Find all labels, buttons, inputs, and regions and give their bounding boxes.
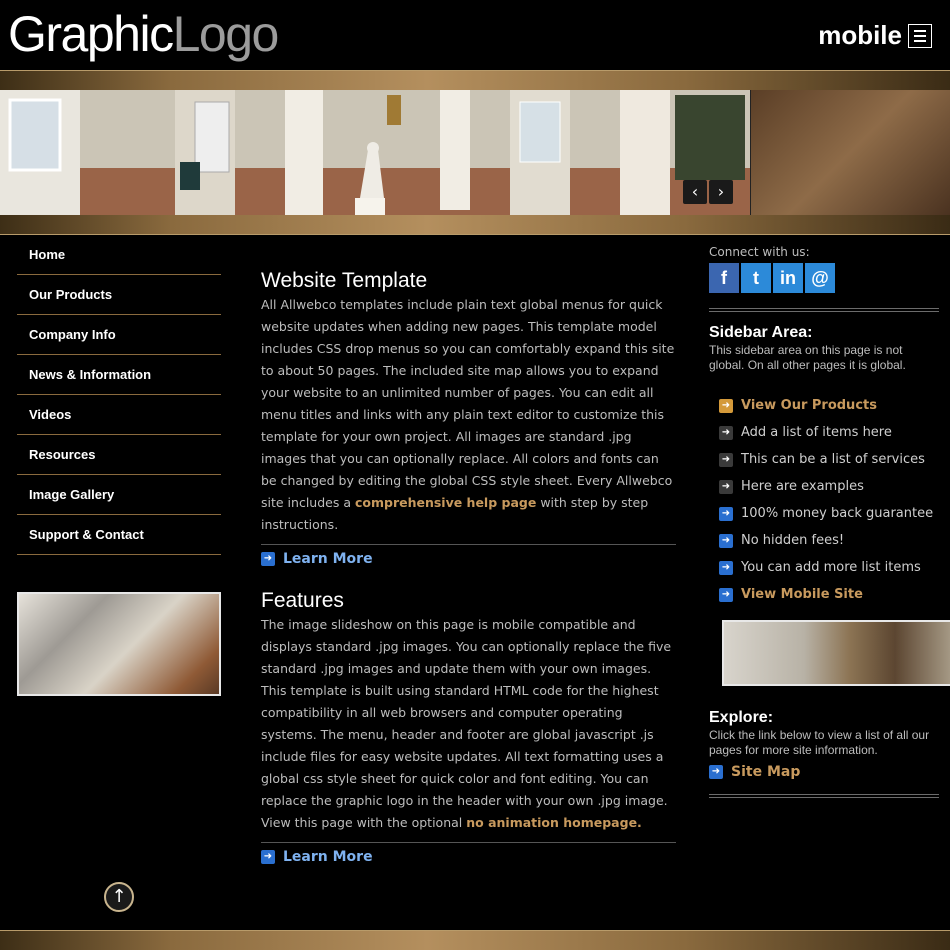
- learn-more-label[interactable]: Learn More: [283, 849, 373, 865]
- email-icon[interactable]: @: [805, 263, 835, 293]
- nav-item-videos[interactable]: Videos: [17, 395, 221, 435]
- sidebar-area-text: This sidebar area on this page is not gl…: [709, 343, 906, 372]
- site-map-label[interactable]: Site Map: [731, 764, 800, 780]
- arrow-right-icon: ➜: [719, 398, 733, 413]
- list-item[interactable]: ➜ View Our Products: [719, 392, 949, 419]
- slideshow-bottom-band: [0, 215, 950, 235]
- logo-secondary: Logo: [172, 6, 280, 62]
- section-features: Features The image slideshow on this pag…: [261, 588, 676, 865]
- arrow-right-icon: ➜: [261, 552, 275, 566]
- mobile-label: mobile: [818, 20, 902, 50]
- site-map-link[interactable]: ➜ Site Map: [709, 764, 800, 780]
- divider: [261, 544, 676, 545]
- hamburger-icon[interactable]: [908, 23, 932, 48]
- list-item: ➜ Add a list of items here: [719, 419, 949, 446]
- learn-more-link[interactable]: ➜ Learn More: [261, 849, 676, 865]
- nav-item-support-contact[interactable]: Support & Contact: [17, 515, 221, 555]
- list-item: ➜ This can be a list of services: [719, 446, 949, 473]
- list-item: ➜ No hidden fees!: [719, 527, 949, 554]
- nav-item-news[interactable]: News & Information: [17, 355, 221, 395]
- header-band: [0, 70, 950, 90]
- nav-item-image-gallery[interactable]: Image Gallery: [17, 475, 221, 515]
- explore-title: Explore:: [709, 709, 774, 726]
- slideshow-controls[interactable]: ‹ ›: [683, 180, 733, 204]
- learn-more-link[interactable]: ➜ Learn More: [261, 551, 676, 567]
- scroll-top-icon[interactable]: ↑: [104, 882, 134, 912]
- section-body: The image slideshow on this page is mobi…: [261, 617, 672, 830]
- graphic-logo[interactable]: GraphicLogo: [8, 6, 280, 62]
- list-item: ➜ You can add more list items: [719, 554, 949, 581]
- nav-item-resources[interactable]: Resources: [17, 435, 221, 475]
- footer-band: [0, 930, 950, 950]
- list-item[interactable]: ➜ View Mobile Site: [719, 581, 949, 608]
- sidebar-divider: [709, 794, 939, 798]
- facebook-icon[interactable]: f: [709, 263, 739, 293]
- arrow-right-icon: ➜: [719, 479, 733, 494]
- nav-item-home[interactable]: Home: [17, 235, 221, 275]
- arrow-right-icon: ➜: [719, 452, 733, 467]
- list-item: ➜ 100% money back guarantee: [719, 500, 949, 527]
- arrow-right-icon: ➜: [719, 425, 733, 440]
- sidebar-thumbnail-image[interactable]: [722, 620, 950, 686]
- sidebar-divider: [709, 308, 939, 312]
- no-animation-link[interactable]: no animation homepage.: [466, 815, 642, 830]
- mobile-menu-toggle[interactable]: mobile: [818, 20, 932, 51]
- divider: [261, 842, 676, 843]
- help-page-link[interactable]: comprehensive help page: [355, 495, 536, 510]
- arrow-right-icon: ➜: [719, 560, 733, 575]
- next-arrow-icon[interactable]: ›: [709, 180, 733, 204]
- nav-item-company-info[interactable]: Company Info: [17, 315, 221, 355]
- linkedin-icon[interactable]: in: [773, 263, 803, 293]
- section-body: All Allwebco templates include plain tex…: [261, 297, 675, 532]
- prev-arrow-icon[interactable]: ‹: [683, 180, 707, 204]
- arrow-right-icon: ➜: [709, 765, 723, 779]
- sidebar-list: ➜ View Our Products ➜ Add a list of items …: [719, 392, 949, 608]
- section-title: Website Template: [261, 269, 428, 292]
- arrow-right-icon: ➜: [719, 506, 733, 521]
- slideshow-image: [0, 90, 750, 215]
- nav-item-our-products[interactable]: Our Products: [17, 275, 221, 315]
- logo-primary: Graphic: [8, 6, 174, 62]
- list-item: ➜ Here are examples: [719, 473, 949, 500]
- section-title: Features: [261, 589, 344, 612]
- section-website-template: Website Template All Allwebco templates …: [261, 268, 676, 567]
- left-nav: Home Our Products Company Info News & In…: [17, 235, 221, 555]
- slideshow-next-image: [750, 90, 950, 215]
- arrow-right-icon: ➜: [261, 850, 275, 864]
- sidebar-area-title: Sidebar Area:: [709, 324, 813, 341]
- arrow-right-icon: ➜: [719, 533, 733, 548]
- learn-more-label[interactable]: Learn More: [283, 551, 373, 567]
- social-links: f t in @: [709, 263, 939, 293]
- connect-label: Connect with us:: [709, 245, 810, 259]
- arrow-right-icon: ➜: [719, 587, 733, 602]
- explore-text: Click the link below to view a list of a…: [709, 728, 930, 757]
- left-thumbnail-image[interactable]: [17, 592, 221, 696]
- twitter-icon[interactable]: t: [741, 263, 771, 293]
